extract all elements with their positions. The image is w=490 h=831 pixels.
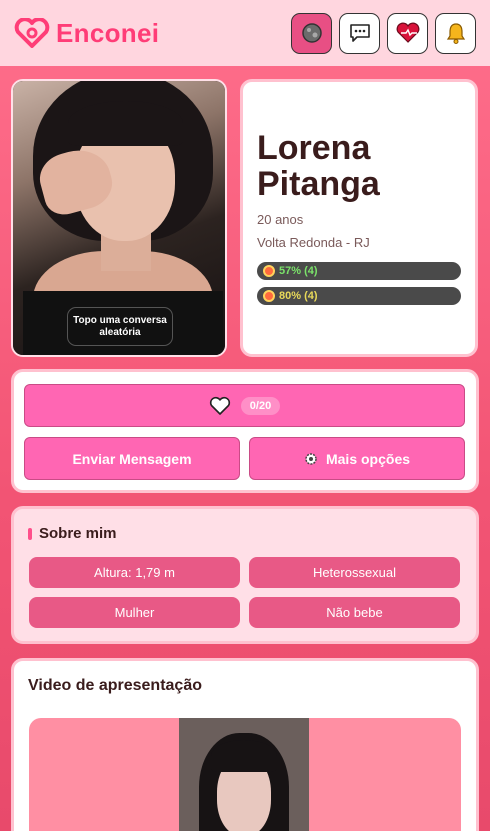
about-heading: Sobre mim	[28, 525, 462, 542]
actions-card: 0/20 Enviar Mensagem Mais opções	[11, 369, 479, 493]
about-card: Sobre mim Altura: 1,79 m Heterossexual M…	[11, 506, 479, 644]
matches-button[interactable]	[387, 12, 428, 54]
chip-orientation: Heterossexual	[249, 557, 460, 588]
brand-logo[interactable]: Enconei	[14, 18, 159, 49]
chip-gender: Mulher	[29, 597, 240, 628]
chat-icon	[349, 24, 370, 42]
intro-video-player[interactable]	[29, 718, 461, 831]
brand-name: Enconei	[56, 17, 160, 48]
logo-heart-icon	[14, 18, 50, 48]
video-thumbnail	[179, 718, 309, 831]
profile-photo[interactable]: Topo uma conversa aleatória	[11, 79, 227, 357]
compatibility-meter-2: 80% (4)	[257, 287, 461, 305]
send-message-button[interactable]: Enviar Mensagem	[24, 437, 240, 480]
compatibility-meter-1: 57% (4)	[257, 262, 461, 280]
matches-heart-icon	[396, 22, 419, 43]
target-icon	[263, 290, 275, 302]
app-header: Enconei	[0, 0, 490, 66]
chip-height: Altura: 1,79 m	[29, 557, 240, 588]
video-heading: Video de apresentação	[28, 677, 202, 694]
notification-bell-icon	[446, 23, 465, 44]
gear-icon	[305, 452, 317, 465]
theme-toggle-button[interactable]	[291, 12, 332, 54]
profile-location: Volta Redonda - RJ	[257, 235, 370, 250]
like-button[interactable]: 0/20	[24, 384, 465, 427]
messages-button[interactable]	[339, 12, 380, 54]
more-options-button[interactable]: Mais opções	[249, 437, 465, 480]
chip-drinking: Não bebe	[249, 597, 460, 628]
like-counter: 0/20	[240, 396, 281, 415]
profile-age: 20 anos	[257, 212, 304, 227]
random-chat-badge[interactable]: Topo uma conversa aleatória	[67, 307, 173, 346]
notifications-button[interactable]	[435, 12, 476, 54]
profile-info-card: Lorena Pitanga 20 anos Volta Redonda - R…	[240, 79, 478, 357]
profile-name: Lorena Pitanga	[257, 129, 380, 203]
theme-toggle-icon	[301, 23, 322, 43]
target-icon	[263, 265, 275, 277]
video-card: Video de apresentação	[11, 658, 479, 831]
section-marker	[28, 527, 32, 540]
heart-outline-icon	[209, 396, 230, 415]
